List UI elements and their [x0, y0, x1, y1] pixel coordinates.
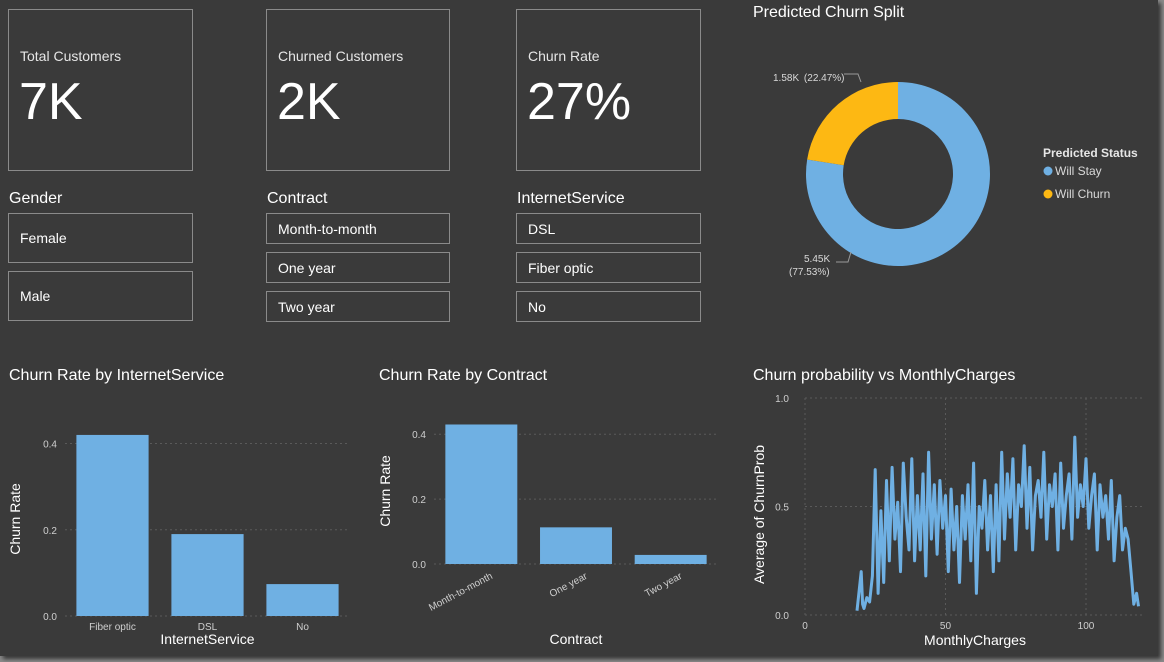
legend-marker-will-churn	[1043, 189, 1053, 199]
bar-two-year[interactable]	[634, 554, 707, 564]
slicer-item-no[interactable]: No	[516, 291, 701, 322]
y-tick-label: 0.5	[775, 503, 789, 514]
report-canvas: Total Customers 7K Churned Customers 2K …	[0, 0, 1158, 656]
x-tick-label: 100	[1078, 621, 1095, 632]
kpi-label: Total Customers	[20, 48, 122, 64]
bar-chart-internetservice[interactable]: 0.00.20.4Fiber optic DSL NoInternetService…	[0, 390, 360, 656]
kpi-value: 7K	[19, 73, 83, 131]
kpi-card-churned-customers[interactable]: Churned Customers 2K	[266, 9, 450, 171]
slicer-title-gender: Gender	[9, 190, 63, 207]
data-label-leader-line	[836, 251, 852, 263]
y-axis-label: Churn Rate	[7, 483, 23, 555]
legend-title: Predicted Status	[1043, 146, 1138, 160]
y-tick-label: 0.4	[43, 440, 57, 451]
data-label-leader-line	[844, 73, 862, 83]
bar-chart-internetservice-title: Churn Rate by InternetService	[9, 367, 225, 384]
x-tick-label: Fiber optic	[89, 622, 136, 633]
slicer-item-month-to-month[interactable]: Month-to-month	[266, 213, 450, 244]
slicer-item-female[interactable]: Female	[8, 213, 193, 263]
x-axis-label: MonthlyCharges	[924, 632, 1026, 648]
bar-one-year[interactable]	[540, 527, 612, 564]
line-series-churn-probability[interactable]	[855, 435, 1140, 611]
data-label-will-churn: 1.58K (22.47%)	[773, 73, 845, 84]
slicer-item-one-year[interactable]: One year	[266, 252, 450, 283]
y-axis-label: Average of ChurnProb	[751, 445, 767, 584]
x-tick-label: No	[296, 622, 309, 633]
line-chart-title: Churn probability vs MonthlyCharges	[753, 367, 1016, 384]
legend-marker-will-stay	[1043, 166, 1053, 176]
slicer-item-dsl[interactable]: DSL	[516, 213, 701, 244]
kpi-label: Churn Rate	[528, 48, 600, 64]
bar-fiber-optic[interactable]	[76, 434, 149, 616]
x-tick-label: One year	[548, 571, 590, 600]
y-axis-label: Churn Rate	[377, 455, 393, 527]
line-chart-churn-probability[interactable]: 0.0 0.5 1.0 0 50 100 MonthlyCharges Average of …	[745, 388, 1150, 652]
x-axis-label: Contract	[550, 631, 603, 647]
slicer-title-internetservice: InternetService	[517, 190, 625, 207]
y-tick-label: 0.0	[43, 612, 57, 623]
x-axis-label: InternetService	[160, 631, 254, 647]
bar-chart-contract[interactable]: 0.0 0.2 0.4 Month-to-month One year Two year C…	[370, 390, 730, 656]
bar-month-to-month[interactable]	[445, 424, 518, 564]
slicer-item-male[interactable]: Male	[8, 271, 193, 321]
y-tick-label: 0.0	[412, 560, 426, 571]
slicer-item-two-year[interactable]: Two year	[266, 291, 450, 322]
y-tick-label: 0.0	[775, 611, 789, 622]
legend-label-will-stay[interactable]: Will Stay	[1055, 164, 1102, 178]
data-label-will-stay-value: 5.45K	[804, 254, 830, 265]
donut-slice-will-churn[interactable]	[807, 82, 898, 166]
slicer-item-fiber-optic[interactable]: Fiber optic	[516, 252, 701, 283]
x-tick-label: Month-to-month	[427, 571, 494, 614]
x-tick-label: 0	[802, 621, 808, 632]
donut-chart-title: Predicted Churn Split	[753, 4, 905, 21]
kpi-value: 2K	[277, 73, 341, 131]
slicer-title-contract: Contract	[267, 190, 328, 207]
kpi-card-total-customers[interactable]: Total Customers 7K	[8, 9, 193, 171]
kpi-value: 27%	[527, 73, 632, 131]
y-tick-label: 0.4	[412, 430, 426, 441]
donut-chart[interactable]: 1.58K (22.47%) 5.45K (77.53%) Predicted …	[750, 30, 1155, 340]
kpi-card-churn-rate[interactable]: Churn Rate 27%	[516, 9, 701, 171]
bar-no[interactable]	[266, 584, 339, 616]
bar-dsl[interactable]	[171, 534, 244, 616]
y-tick-label: 0.2	[412, 495, 426, 506]
y-tick-label: 1.0	[775, 394, 789, 405]
x-tick-label: Two year	[643, 571, 685, 600]
legend-label-will-churn[interactable]: Will Churn	[1055, 187, 1110, 201]
kpi-label: Churned Customers	[278, 48, 404, 64]
bar-chart-contract-title: Churn Rate by Contract	[379, 367, 548, 384]
y-tick-label: 0.2	[43, 526, 57, 537]
data-label-will-stay-percent: (77.53%)	[789, 267, 830, 278]
x-tick-label: 50	[940, 621, 952, 632]
